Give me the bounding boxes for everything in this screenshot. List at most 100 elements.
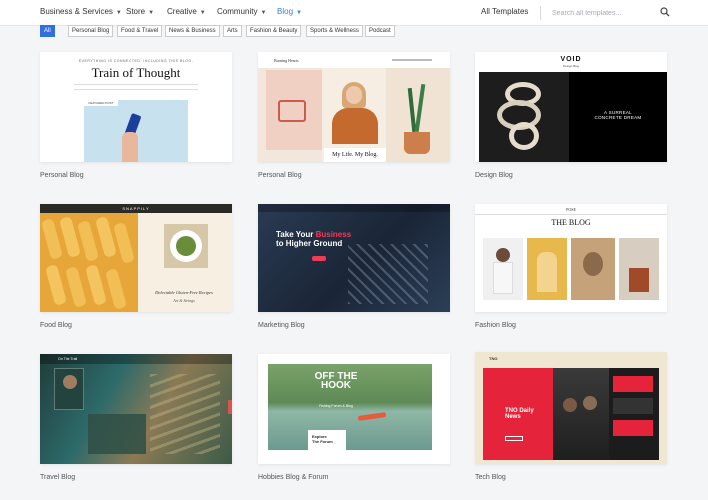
preview-caption: Delectable Gluten-Free Recipes xyxy=(155,290,213,295)
preview-box-line: The Forum xyxy=(312,439,333,444)
filter-news-business[interactable]: News & Business xyxy=(165,25,220,37)
pasta-shape xyxy=(105,268,127,310)
card-label[interactable]: Personal Blog xyxy=(40,172,84,179)
preview-headline: Take Your Business to Higher Ground xyxy=(276,230,352,248)
card-label[interactable]: Personal Blog xyxy=(258,172,302,179)
terrain-texture-shape xyxy=(150,374,220,454)
filter-food-travel[interactable]: Food & Travel xyxy=(117,25,163,37)
preview-profile-card xyxy=(54,368,84,410)
nav-blog[interactable]: Blog ▼ xyxy=(277,7,302,16)
preview-byline: Art & Strings xyxy=(173,298,195,303)
filter-all[interactable]: All xyxy=(40,25,55,37)
template-card-design-blog[interactable]: VOID Design Blog A SURREAL CONCRETE DREA… xyxy=(475,52,667,162)
chevron-down-icon: ▼ xyxy=(148,10,155,16)
preview-pasta-image xyxy=(40,213,138,312)
card-label[interactable]: Food Blog xyxy=(40,322,72,329)
head-shape xyxy=(496,248,510,262)
preview-tagline: EVERYTHING IS CONNECTED. INCLUDING THIS … xyxy=(78,59,194,63)
search-icon[interactable] xyxy=(660,7,670,17)
preview-header: On The Trail xyxy=(40,354,232,364)
preview-title: Train of Thought xyxy=(91,65,181,80)
pot-shape xyxy=(404,132,430,154)
template-card-fashion-blog[interactable]: POSE THE BLOG xyxy=(475,204,667,312)
person-shape xyxy=(583,396,597,410)
preview-subtitle: Fishing Forum & Blog xyxy=(319,404,353,408)
outfit-shape xyxy=(493,262,513,294)
card-label[interactable]: Tech Blog xyxy=(475,474,506,481)
preview-title: THE BLOG xyxy=(551,218,591,227)
preview-divider xyxy=(475,214,667,215)
preview-header: SNAPPILY xyxy=(40,204,232,213)
preview-header xyxy=(258,354,450,364)
preview-cta-button xyxy=(312,256,326,261)
preview-header: Burning Hearts xyxy=(258,52,450,68)
pasta-shape xyxy=(95,216,117,258)
filter-arts[interactable]: Arts xyxy=(223,25,242,37)
sweater-shape xyxy=(332,108,378,144)
nav-community[interactable]: Community ▼ xyxy=(217,7,266,16)
preview-dish-image xyxy=(164,224,208,268)
filter-fashion-beauty[interactable]: Fashion & Beauty xyxy=(246,25,302,37)
top-nav: Business & Services ▼ Store ▼ Creative ▼ Co… xyxy=(0,0,708,26)
preview-photo-3 xyxy=(571,238,615,300)
card-label[interactable]: Fashion Blog xyxy=(475,322,516,329)
figure-shape xyxy=(537,252,557,292)
preview-plant-image xyxy=(386,68,450,162)
template-card-personal-blog-1[interactable]: EVERYTHING IS CONNECTED. INCLUDING THIS … xyxy=(40,52,232,162)
nav-divider xyxy=(540,6,541,20)
knot-shape xyxy=(509,122,539,150)
preview-side-image xyxy=(266,70,322,150)
person-shape xyxy=(563,398,577,412)
pasta-shape xyxy=(45,264,67,306)
chevron-down-icon: ▼ xyxy=(260,10,267,16)
template-card-marketing-blog[interactable]: Take Your Business to Higher Ground xyxy=(258,204,450,312)
preview-nav-bar xyxy=(74,84,198,90)
preview-image: FEATURED POST xyxy=(84,100,188,162)
face-shape xyxy=(346,86,362,104)
preview-article-thumb xyxy=(613,376,653,392)
card-label[interactable]: Travel Blog xyxy=(40,474,75,481)
template-card-travel-blog[interactable]: On The Trail xyxy=(40,354,232,464)
preview-headline: A SURREAL CONCRETE DREAM xyxy=(594,110,642,120)
card-label[interactable]: Design Blog xyxy=(475,172,513,179)
template-card-hobbies-blog[interactable]: OFF THE HOOK Fishing Forum & Blog Explor… xyxy=(258,354,450,464)
preview-side-tab xyxy=(228,400,232,414)
pasta-shape xyxy=(113,222,135,264)
card-label[interactable]: Marketing Blog xyxy=(258,322,305,329)
object-shape xyxy=(583,252,603,276)
preview-brand: TNO xyxy=(489,356,498,361)
preview-brand: POSE xyxy=(566,207,576,212)
template-card-tech-blog[interactable]: TNO TNO Daily News xyxy=(475,352,667,464)
nav-store[interactable]: Store ▼ xyxy=(126,7,154,16)
filter-personal-blog[interactable]: Personal Blog xyxy=(68,25,114,37)
search-input[interactable] xyxy=(552,5,652,21)
preview-sculpture-image xyxy=(479,72,569,162)
preview-brand: Burning Hearts xyxy=(274,58,299,63)
template-card-food-blog[interactable]: SNAPPILY Delectable Gluten-Free Recipes … xyxy=(40,204,232,312)
nav-business-services[interactable]: Business & Services ▼ xyxy=(40,7,122,16)
preview-post-card xyxy=(88,414,146,454)
chevron-down-icon: ▼ xyxy=(199,10,206,16)
preview-photo-1 xyxy=(483,238,523,300)
pasta-shape xyxy=(85,264,107,306)
nav-creative[interactable]: Creative ▼ xyxy=(167,7,206,16)
preview-nav-links xyxy=(392,59,432,61)
preview-tag: FEATURED POST xyxy=(84,100,118,106)
chevron-down-icon: ▼ xyxy=(296,10,302,16)
preview-brand: VOID xyxy=(560,56,582,63)
filter-podcast[interactable]: Podcast xyxy=(365,25,395,37)
preview-subtitle: Design Blog xyxy=(562,64,580,68)
preview-read-button xyxy=(505,436,523,441)
preview-title: TNO Daily News xyxy=(505,408,534,420)
preview-header: TNO xyxy=(475,352,667,364)
hand-shape xyxy=(122,132,138,162)
preview-red-panel: TNO Daily News xyxy=(483,368,553,460)
pasta-shape xyxy=(77,220,99,262)
pasta-shape xyxy=(65,266,87,308)
filter-sports-wellness[interactable]: Sports & Wellness xyxy=(306,25,363,37)
all-templates-link[interactable]: All Templates xyxy=(481,7,528,16)
preview-brand: On The Trail xyxy=(58,357,78,361)
card-label[interactable]: Hobbies Blog & Forum xyxy=(258,474,328,481)
template-card-personal-blog-2[interactable]: Burning Hearts My Life. My Blog. xyxy=(258,52,450,162)
chair-shape xyxy=(629,268,649,292)
